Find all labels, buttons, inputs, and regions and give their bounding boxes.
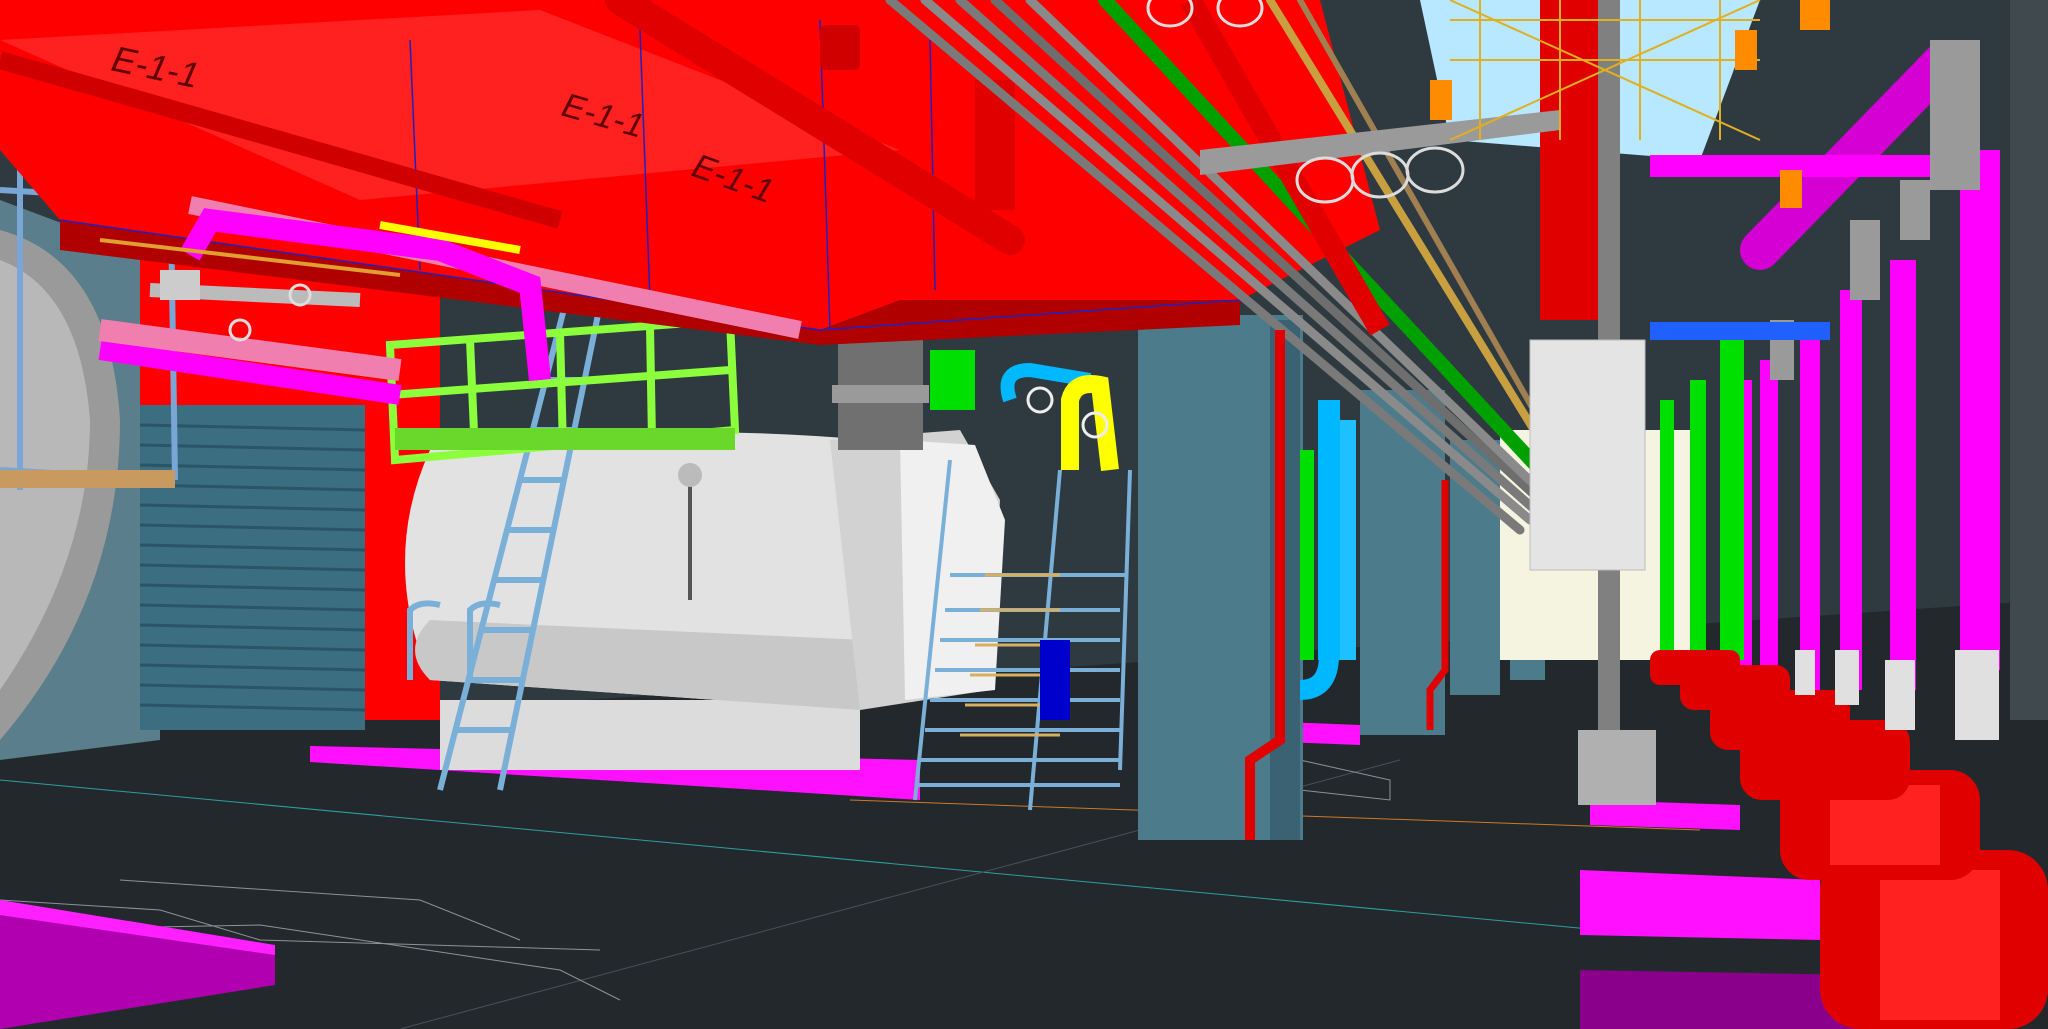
green-box [930,350,975,410]
pad-right-3 [1580,970,1860,1029]
red-fitting [820,25,860,70]
bim-scene[interactable]: E-1-1 E-1-1 E-1-1 [0,0,2048,1029]
blue-equipment [1040,640,1070,720]
cyan-pipe-vertical-2 [1340,420,1356,660]
left-platform [0,470,175,488]
control-panel-base [1578,730,1656,805]
boiler-gauge-icon [678,463,702,487]
red-pipe-right [1540,0,1600,320]
cyan-pipe-vertical [1318,400,1340,660]
pad-right-1 [1580,870,1820,940]
valve-left [160,270,200,300]
model-viewport[interactable]: E-1-1 E-1-1 E-1-1 [0,0,2048,1029]
green-pipe-vertical [1300,450,1314,660]
control-panel [1529,339,1646,571]
blue-pipe [1650,322,1830,340]
boiler-skid [440,700,860,770]
boiler-chimney-band [832,385,929,403]
right-wall-dark [2010,0,2048,720]
green-platform-deck [395,428,735,450]
pump-motor-icon [1650,650,1740,685]
